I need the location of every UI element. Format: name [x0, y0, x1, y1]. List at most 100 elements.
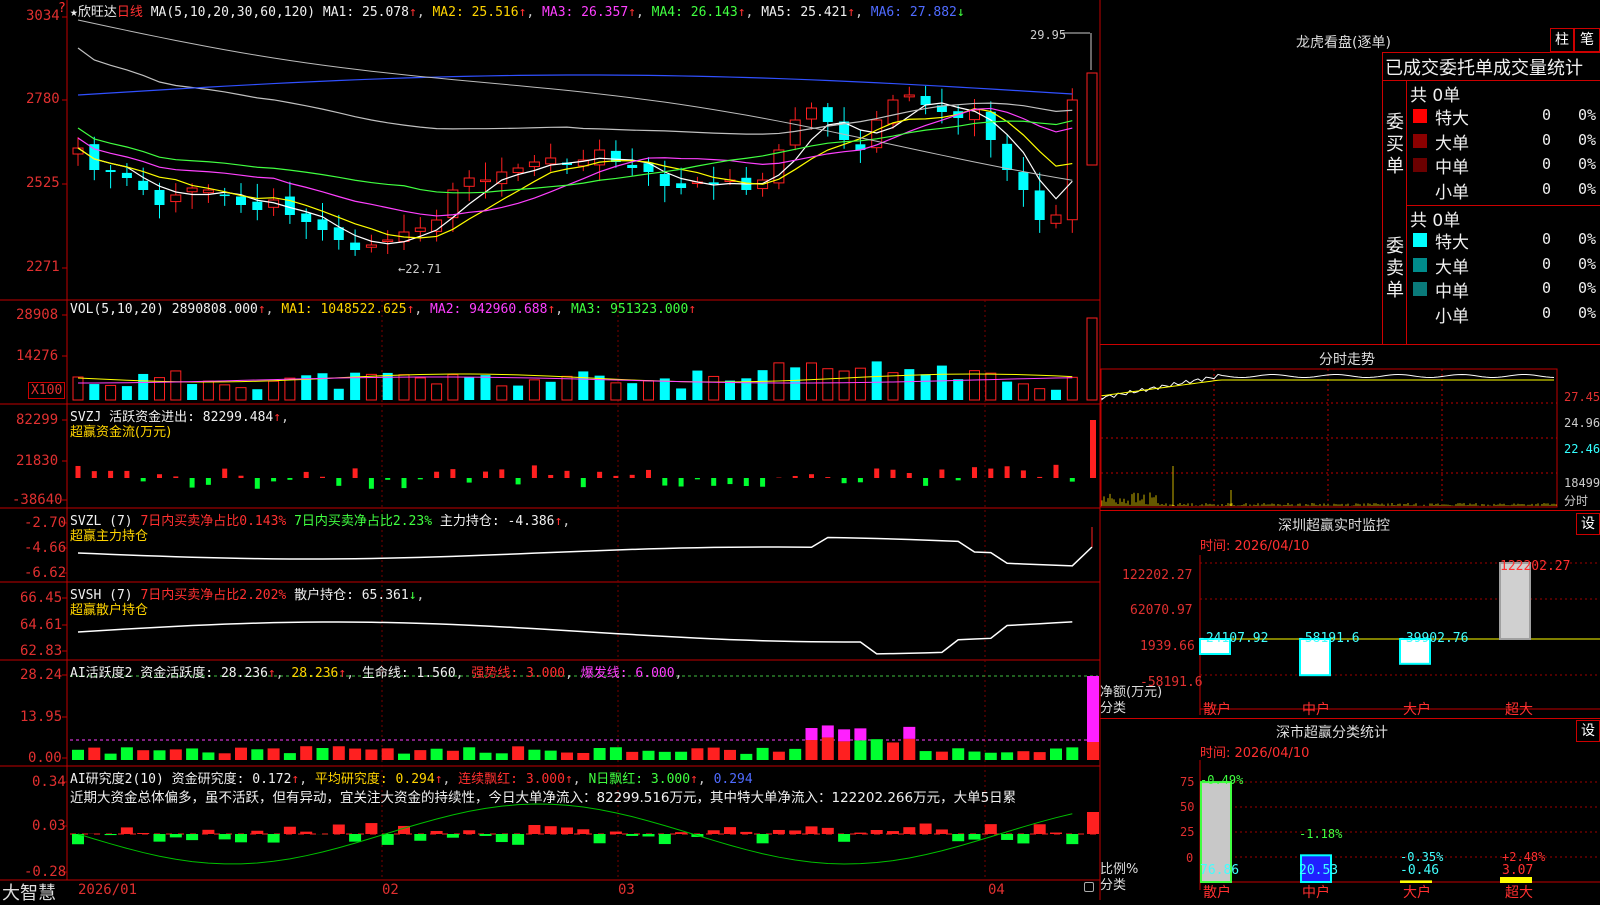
volume-bar — [187, 384, 197, 400]
flow-bar — [679, 478, 684, 486]
flow-bar — [581, 478, 586, 487]
order-size-percent: 0% — [1578, 131, 1596, 149]
y-axis-label: 2525 — [26, 175, 60, 191]
ai-research-t2: 连续飘红: 3.000 — [458, 772, 565, 787]
candlesticks — [73, 73, 1097, 256]
volume-bar — [904, 369, 914, 400]
flow-bar — [711, 478, 716, 486]
research-bar — [202, 830, 214, 834]
class-axis: 25 — [1180, 825, 1194, 839]
flow-bar — [222, 469, 227, 478]
class-ratio-value: 76.86 — [1200, 863, 1239, 878]
flow-bar — [418, 478, 423, 479]
research-bar — [887, 831, 899, 834]
monitor-category: 中户 — [1302, 699, 1330, 719]
y-axis-label: 0.00 — [28, 750, 62, 766]
intraday-title: 分时走势 — [1319, 349, 1375, 369]
class-settings-button[interactable]: 设 — [1576, 720, 1600, 742]
lhb-title: 龙虎看盘(逐单) — [1296, 32, 1391, 52]
flow-bar — [271, 478, 276, 481]
monitor-settings-button[interactable]: 设 — [1576, 513, 1600, 535]
svzl-line — [78, 527, 1092, 566]
research-bar — [854, 833, 866, 834]
intraday-axis: 22.46 — [1564, 442, 1600, 456]
flow-bar — [369, 478, 374, 489]
monitor-bar-value: 122202.27 — [1500, 559, 1570, 574]
volume-unit-badge[interactable]: X100 — [28, 382, 65, 399]
active-bar — [431, 749, 443, 760]
flow-bar — [972, 467, 977, 478]
candle-body — [448, 190, 458, 218]
candle-body — [415, 228, 425, 231]
monitor-axis: 122202.27 — [1122, 568, 1192, 583]
flow-bar — [565, 471, 570, 478]
class-chart[interactable] — [1100, 760, 1600, 900]
order-size-percent: 0% — [1578, 279, 1596, 297]
order-size-percent: 0% — [1578, 255, 1596, 273]
flow-bar — [923, 478, 928, 486]
research-bar — [936, 829, 948, 834]
active-bar — [1001, 752, 1013, 760]
active-bar — [398, 754, 410, 760]
intraday-axis: 分时 — [1564, 492, 1588, 509]
active-bar — [545, 751, 557, 760]
candle-body — [888, 100, 898, 124]
active-bar — [88, 748, 100, 760]
bar-mode-button[interactable]: 柱 — [1550, 28, 1574, 52]
flow-bar — [646, 470, 651, 478]
pen-mode-button[interactable]: 笔 — [1574, 28, 1600, 52]
lock-icon[interactable] — [1084, 882, 1094, 892]
order-size-count: 0 — [1542, 180, 1551, 198]
ai-research-t4: 0.294 — [714, 772, 753, 787]
volume-bar — [399, 375, 409, 400]
active-bar — [105, 754, 117, 760]
volume-bar — [236, 388, 246, 400]
research-bar — [806, 826, 818, 834]
volume-bar — [106, 385, 116, 400]
active-bar — [333, 746, 345, 760]
volume-bar — [578, 371, 588, 400]
volume-bar — [1067, 377, 1077, 400]
active-bar — [806, 728, 818, 740]
flow-bar — [874, 468, 879, 478]
volume-bar — [921, 374, 931, 400]
flow-bar — [385, 478, 390, 480]
volume-bar — [497, 386, 507, 400]
research-bar — [594, 834, 606, 843]
research-bar — [333, 825, 345, 834]
monitor-bar — [1500, 563, 1530, 639]
red-corner-mark: ? — [58, 1, 66, 16]
research-bar — [773, 830, 785, 834]
date-label: 02 — [382, 882, 399, 898]
legend-swatch — [1413, 307, 1427, 321]
period-label[interactable]: 日线 — [117, 5, 143, 20]
high-price-note: 29.95 — [1030, 28, 1066, 42]
y-axis-label: 21830 — [16, 453, 58, 469]
active-bar — [708, 748, 720, 760]
active-bar — [496, 753, 508, 760]
volume-bar — [676, 388, 686, 400]
research-bar — [920, 824, 932, 834]
volume-bar — [823, 369, 833, 400]
ma6-value: MA6: 27.882 — [871, 5, 957, 20]
ai-active-bars — [70, 676, 1099, 760]
divider — [1100, 510, 1600, 511]
ai-research-title: AI研究度2(10) 资金研究度: 0.172 — [70, 772, 291, 787]
intraday-chart[interactable] — [1100, 368, 1600, 510]
y-axis-label: 14276 — [16, 348, 58, 364]
active-bar — [1017, 751, 1029, 760]
research-bar — [300, 832, 312, 834]
active-bar — [561, 753, 573, 760]
research-bar — [724, 827, 736, 834]
active-bar — [903, 727, 915, 739]
monitor-bar-value: -24107.92 — [1198, 631, 1268, 646]
active-bar — [349, 749, 361, 760]
candle-body — [627, 165, 637, 168]
research-bar — [219, 834, 231, 839]
active-bar — [1087, 742, 1099, 760]
research-bar — [985, 824, 997, 834]
volume-bar — [448, 375, 458, 400]
active-bar — [251, 749, 263, 760]
star-icon[interactable]: ★ — [70, 5, 78, 20]
flow-bar — [190, 478, 195, 488]
